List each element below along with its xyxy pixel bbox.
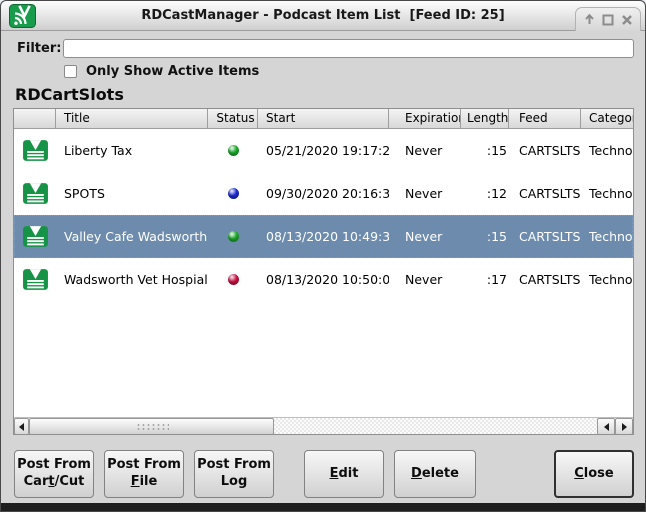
- button-label-line: Edit: [330, 466, 359, 483]
- left-arrow-icon: [19, 423, 24, 431]
- button-label-line: Delete: [411, 466, 459, 483]
- item-expiration: Never: [389, 143, 461, 158]
- column-header-icon[interactable]: [14, 109, 56, 129]
- table-row-selected[interactable]: Valley Cafe Wadsworth 08/13/2020 10:49:3…: [14, 215, 633, 258]
- column-header-length[interactable]: Length: [461, 109, 509, 129]
- column-header-category[interactable]: Category: [581, 109, 634, 129]
- item-feed: CARTSLTS: [509, 186, 581, 201]
- app-window: RDCastManager - Podcast Item List [Feed …: [0, 0, 646, 512]
- horizontal-scrollbar: [14, 417, 633, 434]
- titlebar[interactable]: RDCastManager - Podcast Item List [Feed …: [1, 1, 645, 31]
- item-feed: CARTSLTS: [509, 229, 581, 244]
- table-header-row: Title Status Start Expiration Length Fee…: [14, 109, 633, 129]
- status-dot: [228, 231, 239, 242]
- item-category: Technology: [581, 229, 634, 244]
- cart-icon: [22, 137, 49, 164]
- column-header-feed[interactable]: Feed: [509, 109, 581, 129]
- window-title: RDCastManager - Podcast Item List [Feed …: [1, 1, 645, 31]
- item-title: Liberty Tax: [56, 143, 208, 158]
- button-label-line: Post From: [17, 457, 91, 474]
- scrollbar-thumb[interactable]: [29, 418, 274, 435]
- scroll-right-button[interactable]: [615, 418, 633, 435]
- item-start: 09/30/2020 20:16:36: [258, 186, 389, 201]
- item-start: 08/13/2020 10:49:38: [258, 229, 389, 244]
- cart-icon: [22, 180, 49, 207]
- post-from-log-button[interactable]: Post From Log: [194, 450, 274, 498]
- podcast-item-table: Title Status Start Expiration Length Fee…: [13, 108, 634, 435]
- filter-input[interactable]: [63, 39, 634, 58]
- column-header-title[interactable]: Title: [56, 109, 208, 129]
- close-button[interactable]: Close: [554, 450, 634, 498]
- item-feed: CARTSLTS: [509, 272, 581, 287]
- item-start: 08/13/2020 10:50:01: [258, 272, 389, 287]
- button-label-line: Post From: [107, 457, 181, 474]
- item-category: Technology: [581, 186, 634, 201]
- status-dot: [228, 188, 239, 199]
- button-label-line: Post From: [197, 457, 271, 474]
- status-dot: [228, 145, 239, 156]
- item-title: Wadsworth Vet Hospial: [56, 272, 208, 287]
- column-header-start[interactable]: Start: [258, 109, 389, 129]
- button-label-line: Cart/Cut: [24, 474, 85, 491]
- status-dot: [228, 274, 239, 285]
- table-row[interactable]: SPOTS 09/30/2020 20:16:36 Never :12 CART…: [14, 172, 633, 215]
- item-length: :15: [461, 229, 509, 244]
- item-expiration: Never: [389, 272, 461, 287]
- item-category: Technology: [581, 272, 634, 287]
- cart-icon: [22, 266, 49, 293]
- item-length: :15: [461, 143, 509, 158]
- item-title: Valley Cafe Wadsworth: [56, 229, 208, 244]
- scrollbar-track[interactable]: [274, 418, 597, 435]
- close-window-icon[interactable]: [619, 12, 635, 28]
- edit-button[interactable]: Edit: [304, 450, 384, 498]
- item-title: SPOTS: [56, 186, 208, 201]
- button-label-line: Close: [574, 466, 614, 483]
- filter-label: Filter:: [17, 41, 59, 56]
- table-row[interactable]: Liberty Tax 05/21/2020 19:17:26 Never :1…: [14, 129, 633, 172]
- table-row[interactable]: Wadsworth Vet Hospial 08/13/2020 10:50:0…: [14, 258, 633, 301]
- cart-icon: [22, 223, 49, 250]
- item-start: 05/21/2020 19:17:26: [258, 143, 389, 158]
- post-from-file-button[interactable]: Post From File: [104, 450, 184, 498]
- scroll-left-button[interactable]: [14, 418, 29, 435]
- button-label-line: File: [131, 474, 158, 491]
- button-label-line: Log: [221, 474, 248, 491]
- only-active-checkbox[interactable]: [64, 65, 77, 78]
- item-expiration: Never: [389, 186, 461, 201]
- right-arrow-icon: [622, 423, 627, 431]
- scrollbar-grip: [135, 422, 169, 432]
- item-expiration: Never: [389, 229, 461, 244]
- only-active-label: Only Show Active Items: [86, 64, 259, 79]
- post-from-cartcut-button[interactable]: Post From Cart/Cut: [14, 450, 94, 498]
- item-category: Technology: [581, 143, 634, 158]
- item-length: :17: [461, 272, 509, 287]
- section-title: RDCartSlots: [15, 85, 124, 104]
- item-feed: CARTSLTS: [509, 143, 581, 158]
- column-header-expiration[interactable]: Expiration: [389, 109, 461, 129]
- window-bottom-frame: [1, 503, 645, 511]
- maximize-window-icon[interactable]: [600, 12, 616, 28]
- column-header-status[interactable]: Status: [208, 109, 258, 129]
- delete-button[interactable]: Delete: [394, 450, 476, 498]
- scroll-left-button-2[interactable]: [597, 418, 615, 435]
- item-length: :12: [461, 186, 509, 201]
- shade-window-icon[interactable]: [581, 12, 597, 28]
- left-arrow-icon: [604, 423, 609, 431]
- window-controls: [575, 7, 641, 31]
